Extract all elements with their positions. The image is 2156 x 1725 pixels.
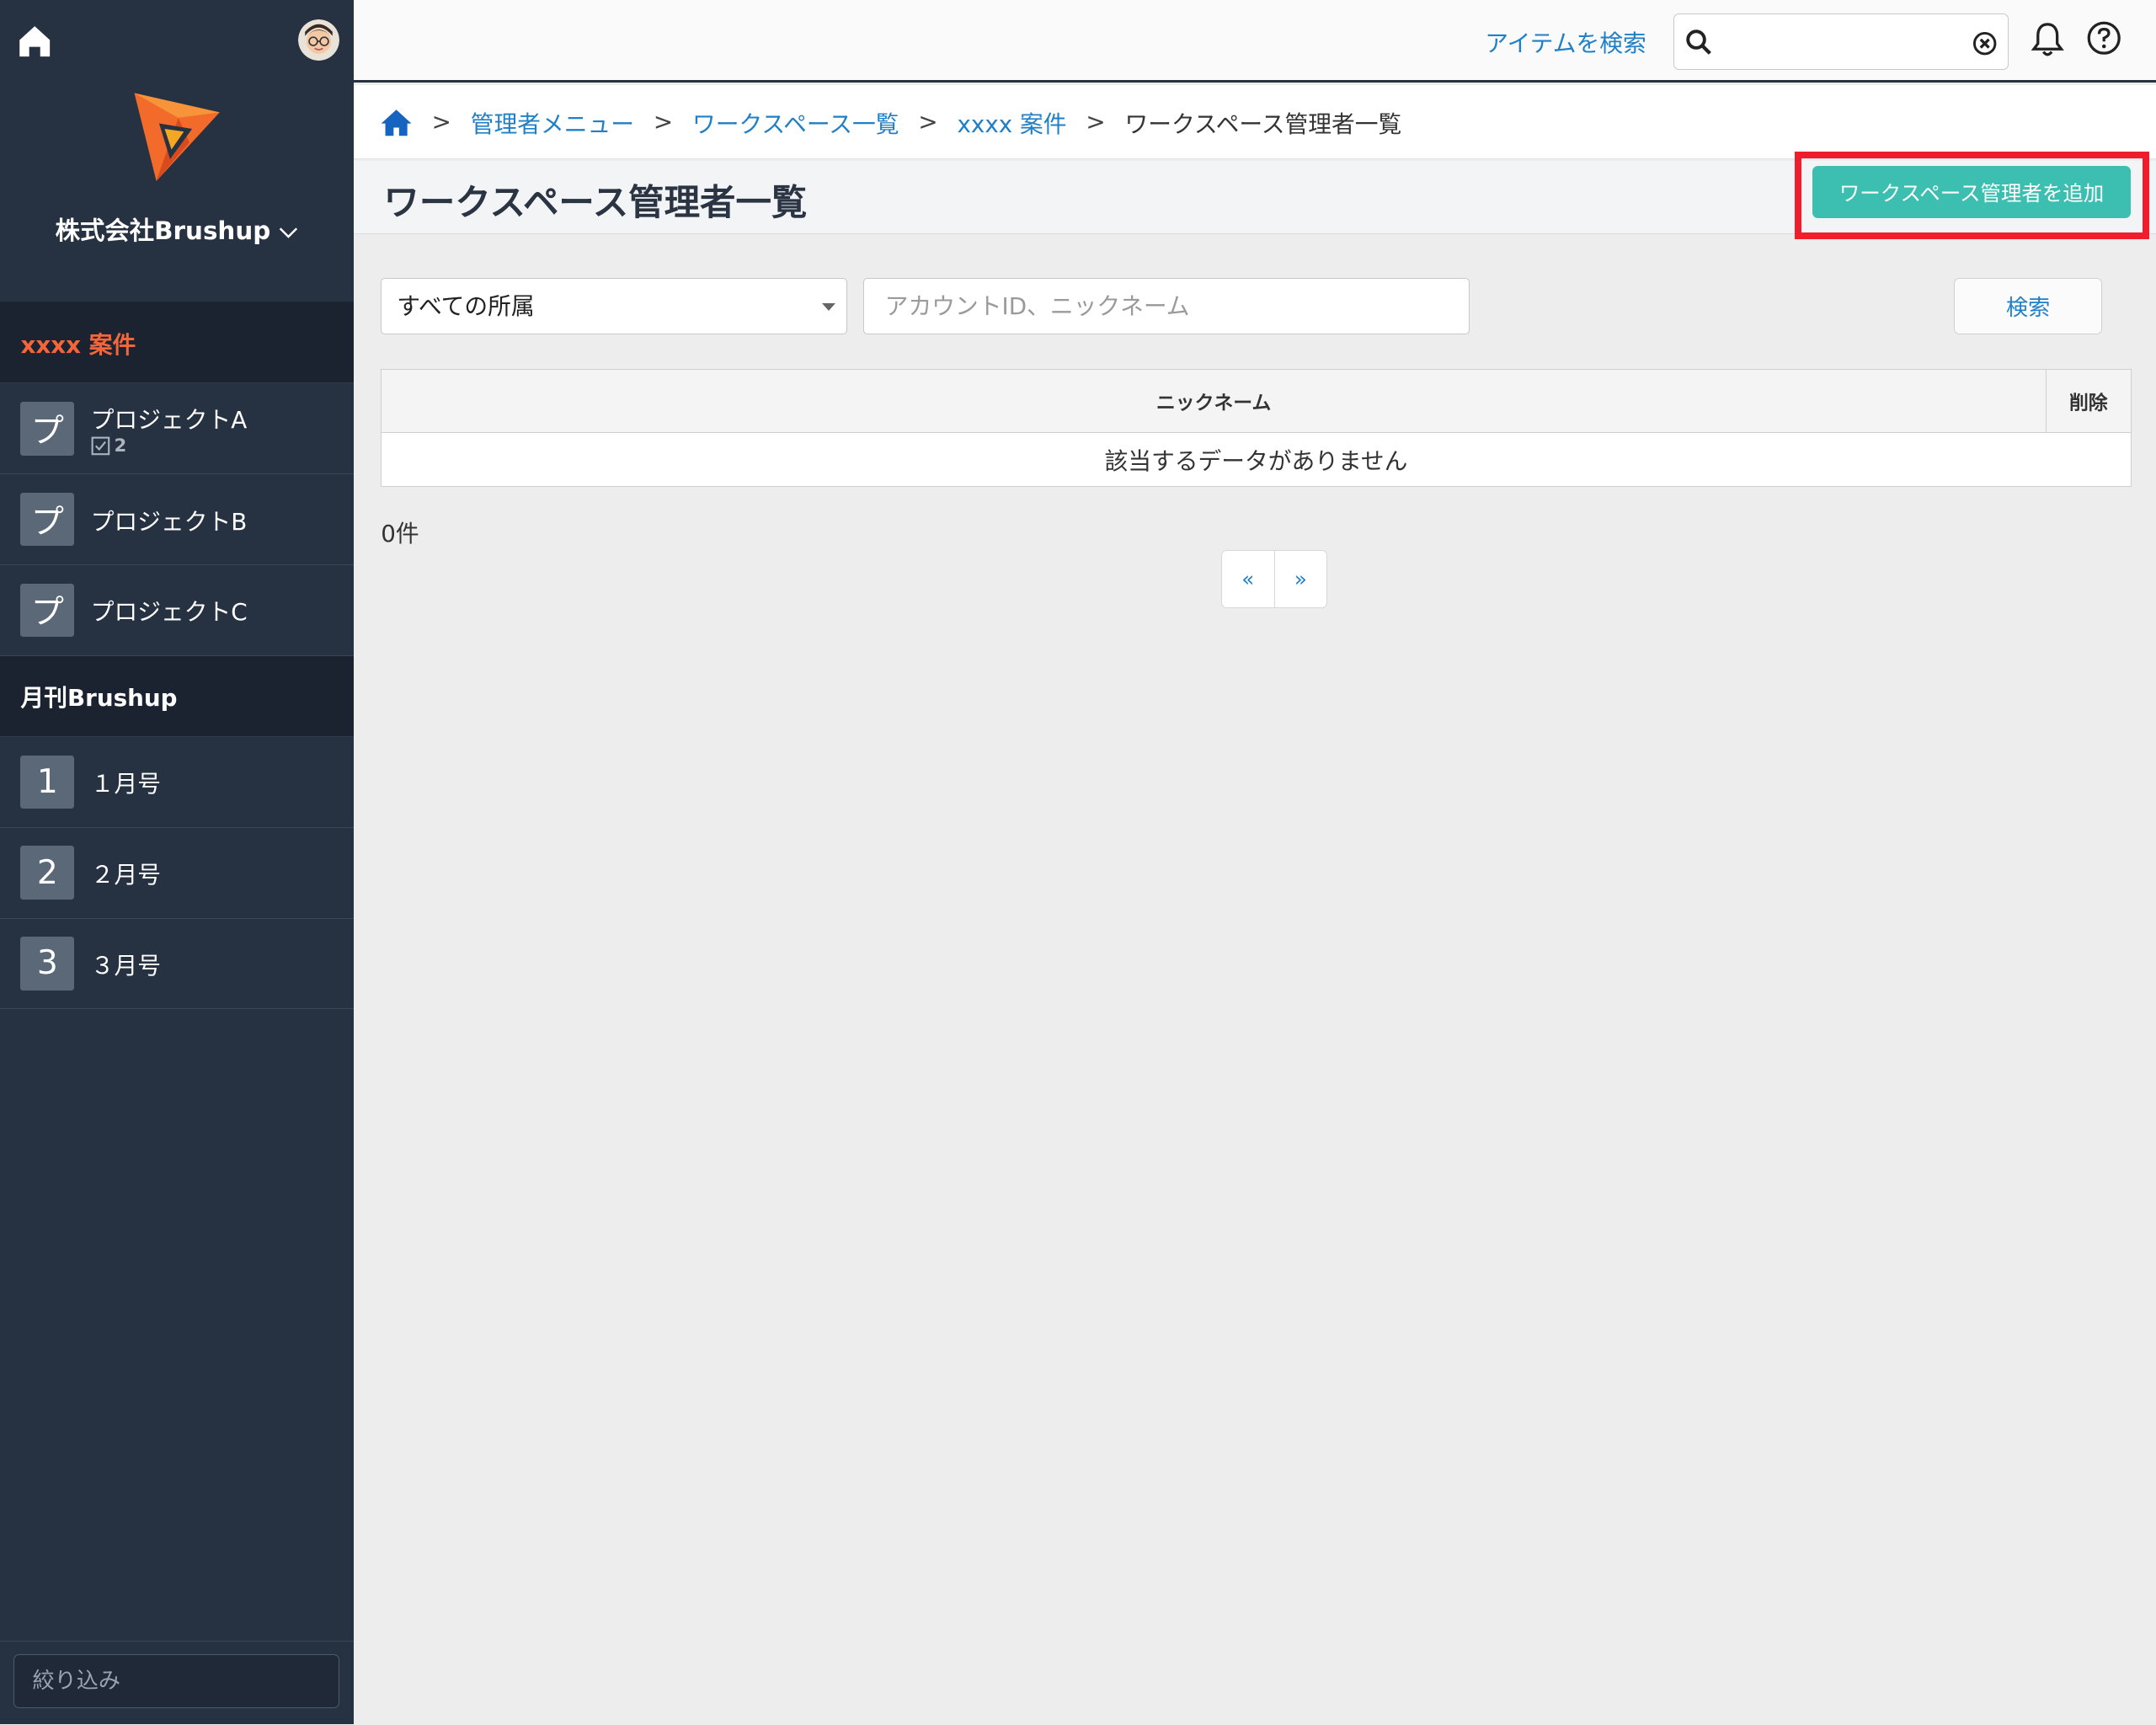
page-header: ワークスペース管理者一覧 ワークスペース管理者を追加	[353, 151, 2156, 240]
pagination-next[interactable]: »	[1273, 551, 1326, 607]
add-workspace-admin-button[interactable]: ワークスペース管理者を追加	[1812, 166, 2132, 219]
divider	[0, 1640, 354, 1642]
empty-message: 該当するデータがありません	[1104, 447, 1408, 476]
brushup-logo	[134, 93, 221, 182]
search-button[interactable]: 検索	[1954, 277, 2103, 334]
sidebar-header: 株式会社Brushup	[0, 0, 354, 303]
breadcrumb-separator: >	[918, 108, 938, 136]
breadcrumb-current: ワークスペース管理者一覧	[1124, 109, 1402, 138]
clear-icon[interactable]	[1972, 31, 1997, 56]
search-input[interactable]	[1673, 13, 2009, 71]
sidebar-item-label: ２月号	[90, 861, 161, 889]
sidebar-item-issue-2[interactable]: 2 ２月号	[0, 828, 354, 919]
sidebar-item-project-a[interactable]: プ プロジェクトA 2	[0, 383, 354, 475]
home-icon[interactable]	[17, 19, 52, 61]
keyword-search-input[interactable]	[863, 277, 1470, 334]
affiliation-select-value: すべての所属	[397, 291, 535, 320]
sidebar-item-project-b[interactable]: プ プロジェクトB	[0, 474, 354, 565]
sidebar-group-title[interactable]: 月刊Brushup	[0, 655, 354, 738]
pagination-prev[interactable]: «	[1222, 551, 1274, 607]
project-badge: 2	[20, 846, 75, 900]
task-count-value: 2	[114, 435, 127, 457]
chevron-down-icon	[279, 227, 298, 238]
sidebar-item-issue-3[interactable]: 3 ３月号	[0, 919, 354, 1010]
breadcrumb-workspace-list[interactable]: ワークスペース一覧	[692, 105, 899, 139]
sidebar-filter-input[interactable]	[13, 1654, 340, 1708]
sidebar-item-project-c[interactable]: プ プロジェクトC	[0, 565, 354, 656]
search-icon	[1686, 29, 1711, 55]
pagination: « »	[1220, 550, 1327, 608]
table-header: ニックネーム 削除	[382, 369, 2131, 433]
item-search-link[interactable]: アイテムを検索	[1485, 24, 1646, 58]
bell-icon[interactable]	[2030, 20, 2065, 59]
project-badge: プ	[20, 402, 75, 456]
breadcrumb-workspace[interactable]: xxxx 案件	[957, 105, 1066, 139]
admin-table: ニックネーム 削除 該当するデータがありません	[381, 368, 2132, 488]
highlight-box: ワークスペース管理者を追加	[1794, 151, 2149, 240]
sidebar-item-label: １月号	[90, 770, 161, 798]
user-avatar[interactable]	[298, 19, 340, 61]
sidebar-item-label: ３月号	[90, 951, 161, 980]
project-badge: 1	[20, 755, 75, 809]
page-title: ワークスペース管理者一覧	[383, 183, 808, 225]
sidebar-item-label: プロジェクトB	[90, 507, 248, 536]
help-icon[interactable]	[2086, 20, 2121, 56]
sidebar-item-label: プロジェクトC	[90, 598, 248, 627]
dropdown-caret-icon	[821, 303, 835, 311]
sidebar-item-label: プロジェクトA	[90, 405, 248, 434]
breadcrumb: > 管理者メニュー > ワークスペース一覧 > xxxx 案件 > ワークスペー…	[353, 85, 2156, 160]
project-badge: プ	[20, 583, 75, 638]
sidebar-group-title[interactable]: xxxx 案件	[0, 302, 354, 384]
breadcrumb-separator: >	[653, 108, 674, 136]
project-badge: プ	[20, 492, 75, 547]
task-check-icon	[91, 436, 110, 456]
sidebar: 株式会社Brushup xxxx 案件 プ プロジェクトA 2 プ プロジェクト…	[0, 0, 354, 1725]
breadcrumb-separator: >	[1086, 108, 1106, 136]
top-bar: アイテムを検索	[353, 0, 2156, 83]
breadcrumb-separator: >	[431, 108, 451, 136]
task-count: 2	[91, 435, 247, 457]
result-count: 0件	[381, 519, 419, 547]
column-header-delete: 削除	[2068, 392, 2108, 414]
affiliation-select[interactable]: すべての所属	[381, 277, 847, 334]
company-switcher[interactable]: 株式会社Brushup	[0, 211, 354, 247]
project-badge: 3	[20, 937, 75, 991]
breadcrumb-admin-menu[interactable]: 管理者メニュー	[471, 105, 634, 139]
home-icon[interactable]	[380, 107, 413, 137]
column-header-nickname[interactable]: ニックネーム	[382, 369, 2047, 432]
company-name: 株式会社Brushup	[55, 216, 271, 246]
sidebar-item-issue-1[interactable]: 1 １月号	[0, 737, 354, 828]
